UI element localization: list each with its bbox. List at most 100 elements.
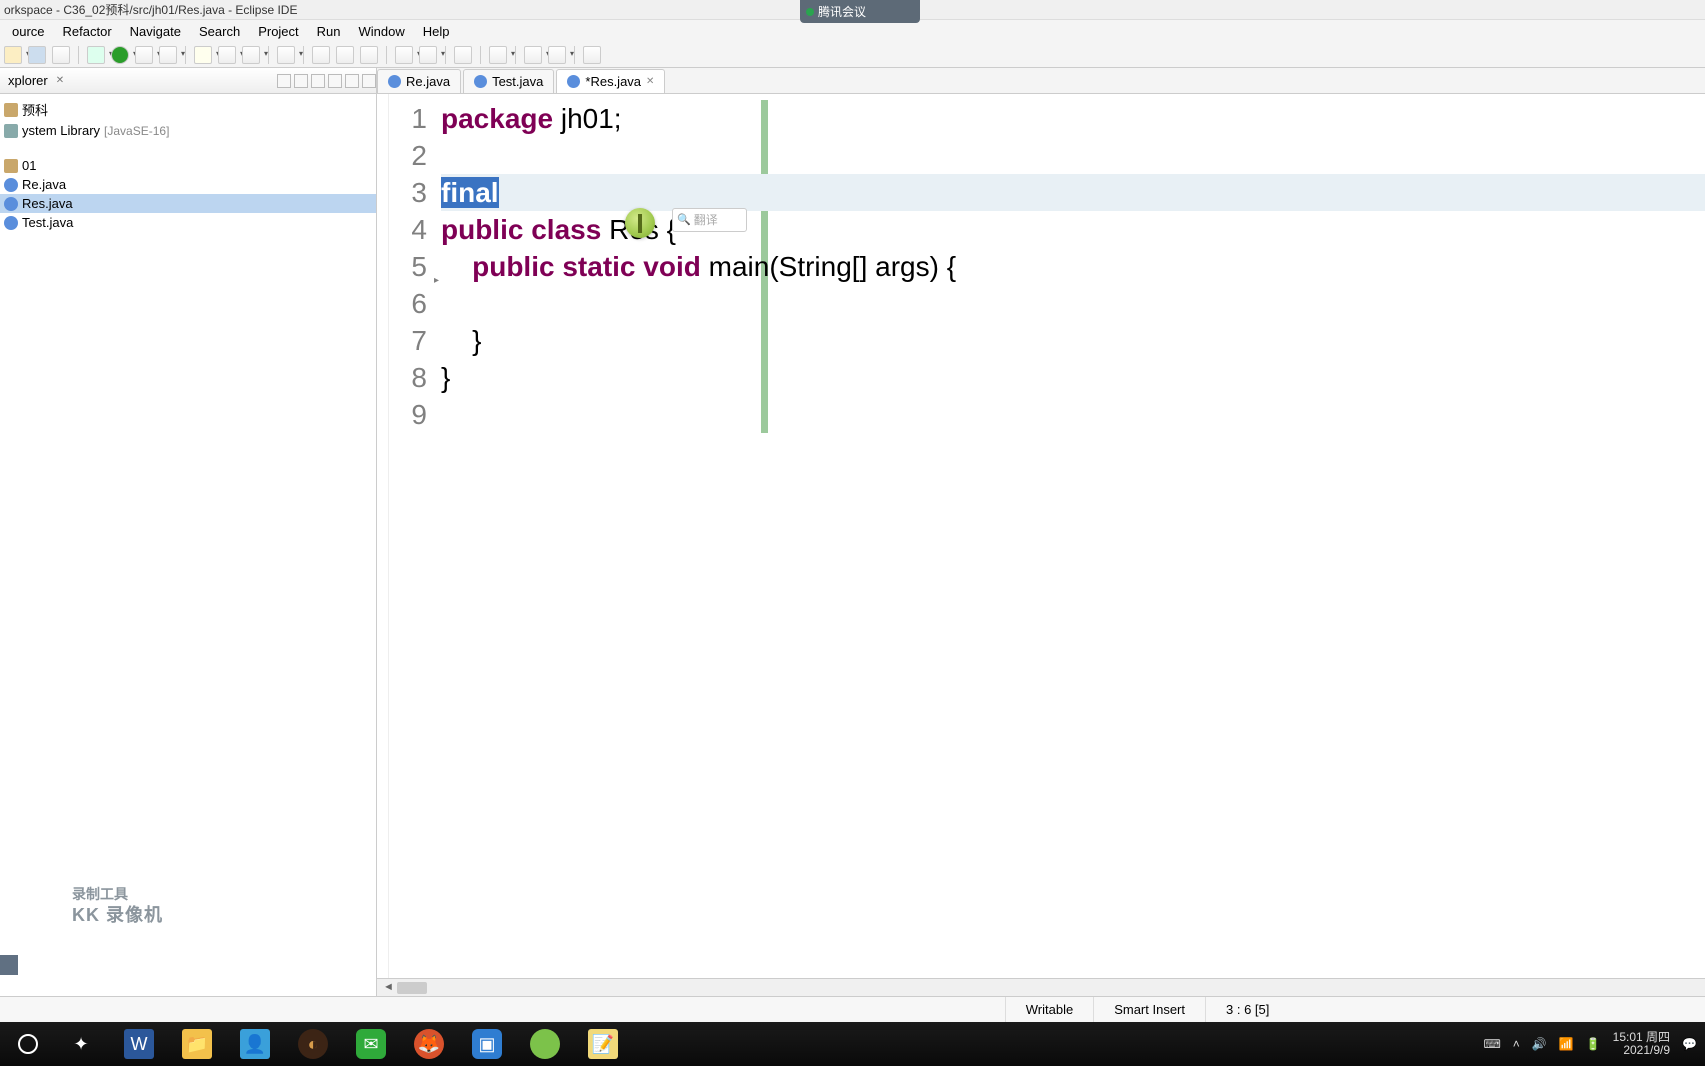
explorer-tree[interactable]: 预科 ystem Library [JavaSE-16] 01 Re.java … (0, 94, 376, 236)
new-package-icon[interactable] (194, 46, 212, 64)
meeting-app-icon[interactable]: ▣ (472, 1029, 502, 1059)
editor-tab[interactable]: Re.java (377, 69, 461, 93)
toggle-block-icon[interactable] (336, 46, 354, 64)
toolbar-sep (78, 46, 79, 64)
tree-project[interactable]: 预科 (0, 98, 376, 121)
java-file-icon (567, 75, 580, 88)
tree-file[interactable]: Test.java (0, 213, 376, 232)
line-gutter: 1 2 3 4 5▸ 6 7 8 9 (389, 94, 437, 978)
skip-breakpoints-icon[interactable] (454, 46, 472, 64)
tray-chevron-up-icon[interactable]: ˄ (1513, 1037, 1520, 1051)
annotation-prev-icon[interactable] (395, 46, 413, 64)
word-app-icon[interactable]: W (124, 1029, 154, 1059)
code-line (441, 285, 1705, 322)
overlay-app-badge: 腾讯会议 (800, 0, 920, 23)
editor-hscrollbar[interactable]: ◄ (377, 978, 1705, 996)
pin-icon[interactable] (489, 46, 507, 64)
status-bar: Writable Smart Insert 3 : 6 [5] (0, 996, 1705, 1022)
overlay-app-label: 腾讯会议 (818, 3, 866, 20)
tree-library[interactable]: ystem Library [JavaSE-16] (0, 121, 376, 140)
eclipse-app-icon[interactable]: ◐ (298, 1029, 328, 1059)
window-title: orkspace - C36_02预科/src/jh01/Res.java - … (4, 1, 297, 18)
explorer-tab-toolbar (277, 74, 376, 88)
tray-ime-icon[interactable]: ⌨ (1483, 1037, 1500, 1051)
open-type-icon[interactable] (242, 46, 260, 64)
tree-file[interactable]: Re.java (0, 175, 376, 194)
menu-search[interactable]: Search (191, 22, 248, 41)
line-number: 8 (389, 359, 437, 396)
editor-tab[interactable]: Test.java (463, 69, 554, 93)
focus-icon[interactable] (311, 74, 325, 88)
toolbar-sep (185, 46, 186, 64)
toolbar-sep (303, 46, 304, 64)
minimize-icon[interactable] (345, 74, 359, 88)
cortana-icon[interactable] (18, 1034, 38, 1054)
recorder-watermark: 录制工具 KK 录像机 (72, 886, 163, 926)
screen-pointer-highlight-icon: I (625, 208, 655, 238)
menu-refactor[interactable]: Refactor (55, 22, 120, 41)
marker-strip (377, 94, 389, 978)
menu-help[interactable]: Help (415, 22, 458, 41)
tray-clock[interactable]: 15:01 周四 2021/9/9 (1613, 1031, 1670, 1057)
back-icon[interactable] (524, 46, 542, 64)
show-whitespace-icon[interactable] (360, 46, 378, 64)
contacts-app-icon[interactable]: 👤 (240, 1029, 270, 1059)
annotation-next-icon[interactable] (419, 46, 437, 64)
collapse-all-icon[interactable] (277, 74, 291, 88)
close-icon[interactable]: ✕ (56, 75, 64, 86)
toolbar-sep (445, 46, 446, 64)
code-line: package jh01; (441, 100, 1705, 137)
tree-file[interactable]: Res.java (0, 194, 376, 213)
code-line (441, 137, 1705, 174)
external-tools-icon[interactable] (159, 46, 177, 64)
scroll-thumb[interactable] (397, 982, 427, 994)
editor-tab[interactable]: *Res.java ✕ (556, 69, 665, 93)
save-all-icon[interactable] (52, 46, 70, 64)
explorer-tab-label[interactable]: xplorer (8, 73, 48, 88)
maximize-icon[interactable] (362, 74, 376, 88)
menu-run[interactable]: Run (309, 22, 349, 41)
toolbar-sep (386, 46, 387, 64)
tree-file-label: Re.java (22, 177, 66, 192)
file-explorer-icon[interactable]: 📁 (182, 1029, 212, 1059)
code-line: } (441, 359, 1705, 396)
library-icon (4, 124, 18, 138)
inline-translate-hint[interactable]: 翻译 (672, 208, 747, 232)
link-editor-icon[interactable] (294, 74, 308, 88)
search-icon[interactable] (277, 46, 295, 64)
tray-notifications-icon[interactable]: 💬 (1682, 1037, 1697, 1051)
new-icon[interactable] (4, 46, 22, 64)
browser-app-icon[interactable]: 🦊 (414, 1029, 444, 1059)
record-dot-icon (806, 8, 814, 16)
tray-volume-icon[interactable]: 🔊 (1532, 1037, 1547, 1051)
app-icon[interactable] (530, 1029, 560, 1059)
toggle-mark-icon[interactable] (312, 46, 330, 64)
perspective-icon[interactable] (583, 46, 601, 64)
task-view-icon[interactable]: ✦ (66, 1029, 96, 1059)
save-icon[interactable] (28, 46, 46, 64)
tree-package[interactable]: 01 (0, 156, 376, 175)
editor-body[interactable]: 1 2 3 4 5▸ 6 7 8 9 package jh01; final p… (377, 94, 1705, 978)
editor-tab-bar: Re.java Test.java *Res.java ✕ (377, 68, 1705, 94)
forward-icon[interactable] (548, 46, 566, 64)
menu-project[interactable]: Project (250, 22, 306, 41)
editor-tab-label: Re.java (406, 74, 450, 89)
menu-navigate[interactable]: Navigate (122, 22, 189, 41)
new-class-icon[interactable] (218, 46, 236, 64)
coverage-icon[interactable] (135, 46, 153, 64)
code-area[interactable]: package jh01; final public class Res { p… (437, 94, 1705, 978)
notes-app-icon[interactable]: 📝 (588, 1029, 618, 1059)
wechat-app-icon[interactable]: ✉ (356, 1029, 386, 1059)
tray-battery-icon[interactable]: 🔋 (1586, 1037, 1601, 1051)
run-icon[interactable] (111, 46, 129, 64)
java-file-icon (4, 216, 18, 230)
debug-icon[interactable] (87, 46, 105, 64)
tray-wifi-icon[interactable]: 📶 (1559, 1037, 1574, 1051)
scroll-left-icon[interactable]: ◄ (383, 981, 394, 993)
code-line: } (441, 322, 1705, 359)
menu-window[interactable]: Window (351, 22, 413, 41)
menu-source[interactable]: ource (4, 22, 53, 41)
close-icon[interactable]: ✕ (646, 76, 654, 87)
view-menu-icon[interactable] (328, 74, 342, 88)
code-line-current: final (441, 174, 1705, 211)
